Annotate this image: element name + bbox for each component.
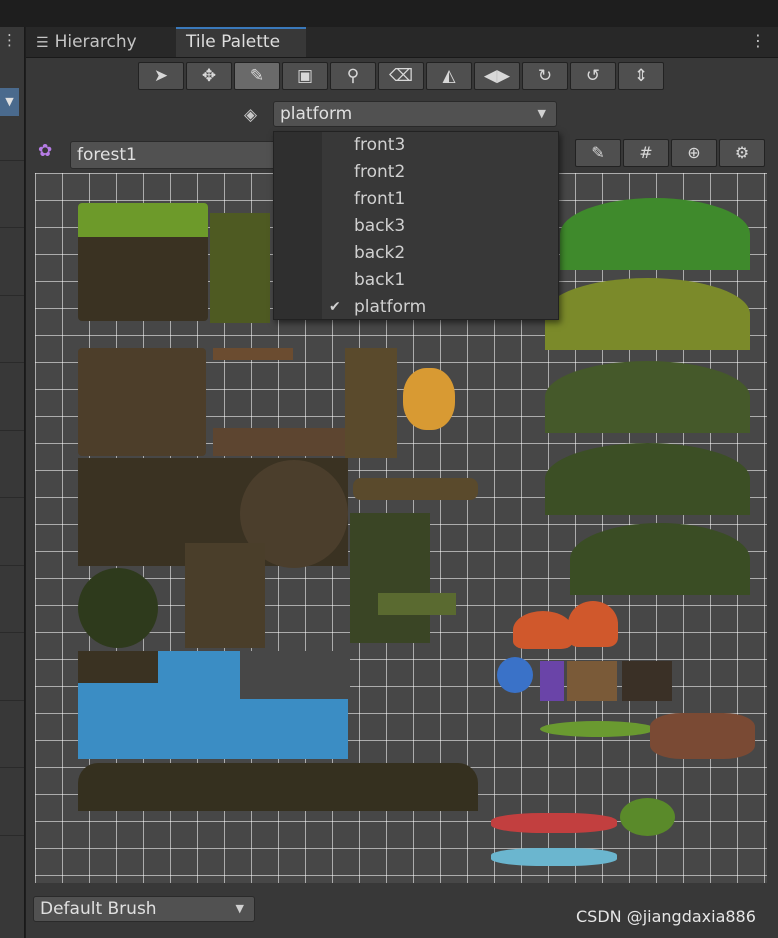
divider: [0, 632, 24, 633]
tile-fern: [620, 798, 675, 836]
tile-lavender: [540, 661, 564, 701]
tab-tile-palette[interactable]: Tile Palette: [176, 27, 306, 57]
dropdown-option-back2[interactable]: back2: [274, 240, 558, 267]
tile-blue-flower: [497, 657, 533, 693]
rotate-ccw-tool-icon[interactable]: ↺: [570, 62, 616, 90]
list-icon: ☰: [36, 35, 49, 51]
grid-toggle-icon[interactable]: #: [623, 139, 669, 167]
tab-label: Tile Palette: [186, 32, 281, 52]
box-fill-tool-icon[interactable]: ▣: [282, 62, 328, 90]
left-panel: ⋮ ▼: [0, 27, 25, 938]
dropdown-option-platform[interactable]: ✔ platform: [274, 294, 558, 321]
tile-grass-top: [78, 203, 208, 237]
divider: [0, 767, 24, 768]
tile-gap: [240, 651, 350, 699]
dropdown-arrow-icon: ▼: [537, 107, 546, 120]
active-tilemap-select[interactable]: platform ▼: [273, 101, 557, 127]
flip-tool-icon[interactable]: ◀▶: [474, 62, 520, 90]
select-tool-icon[interactable]: ➤: [138, 62, 184, 90]
tile-foliage-green: [560, 198, 750, 270]
tile-tree-trunk: [345, 348, 397, 458]
tile-chest: [567, 661, 617, 701]
dropdown-option-label: platform: [354, 297, 427, 317]
layers-icon: ◈: [244, 105, 258, 125]
erase-tool-icon[interactable]: ⌫: [378, 62, 424, 90]
left-dropdown-arrow-icon[interactable]: ▼: [0, 88, 19, 116]
tile-lily-pads: [540, 721, 655, 737]
dropdown-option-label: back1: [354, 270, 406, 290]
divider: [0, 430, 24, 431]
dropdown-option-back1[interactable]: back1: [274, 267, 558, 294]
paint-tool-icon[interactable]: ✎: [234, 62, 280, 90]
kebab-menu-icon[interactable]: ⋮: [2, 31, 17, 49]
tile-grass-wall: [210, 213, 270, 323]
brush-value: Default Brush: [40, 899, 157, 919]
gizmo-toggle-icon[interactable]: ⊕: [671, 139, 717, 167]
dropdown-option-front1[interactable]: front1: [274, 186, 558, 213]
dropdown-option-label: front3: [354, 135, 406, 155]
tab-bar: ☰ Hierarchy Tile Palette ⋮: [26, 27, 778, 58]
rotate-cw-tool-icon[interactable]: ↻: [522, 62, 568, 90]
flip-vertical-tool-icon[interactable]: ⇕: [618, 62, 664, 90]
tool-toolbar: ➤ ✥ ✎ ▣ ⚲ ⌫ ◭ ◀▶ ↻ ↺ ⇕: [138, 62, 666, 90]
tile-beehive: [403, 368, 455, 430]
active-tilemap-value: platform: [280, 104, 353, 124]
divider: [0, 565, 24, 566]
divider: [0, 497, 24, 498]
fill-tool-icon[interactable]: ◭: [426, 62, 472, 90]
palette-edit-tools: ✎ # ⊕ ⚙: [575, 139, 767, 167]
tile-pots: [650, 713, 755, 759]
dropdown-option-front2[interactable]: front2: [274, 159, 558, 186]
tile-branch: [353, 478, 478, 500]
tab-hierarchy[interactable]: ☰ Hierarchy: [26, 27, 174, 57]
tab-label: Hierarchy: [54, 32, 137, 52]
pick-tool-icon[interactable]: ⚲: [330, 62, 376, 90]
tile-rock-row: [78, 763, 478, 811]
tile-foliage-dark: [545, 361, 750, 433]
move-tool-icon[interactable]: ✥: [186, 62, 232, 90]
divider: [0, 160, 24, 161]
tile-foliage-darker: [545, 443, 750, 515]
palette-value: forest1: [77, 145, 137, 165]
divider: [0, 700, 24, 701]
tile-bridge-plank: [213, 348, 293, 360]
tile-bank: [78, 651, 158, 683]
tilemap-dropdown-menu: front3 front2 front1 back3 back2 back1 ✔ platfo…: [273, 131, 559, 320]
tile-bridge: [213, 428, 348, 456]
brush-select[interactable]: Default Brush ▼: [33, 896, 255, 922]
divider: [0, 227, 24, 228]
divider: [0, 362, 24, 363]
dropdown-option-label: front1: [354, 189, 406, 209]
palette-icon: ✿: [38, 141, 53, 161]
tile-mushroom-large: [568, 601, 618, 647]
tile-chest-open: [622, 661, 672, 701]
dropdown-arrow-icon: ▼: [235, 902, 244, 915]
tile-foliage-darkest: [570, 523, 750, 595]
dropdown-option-label: back2: [354, 243, 406, 263]
divider: [0, 295, 24, 296]
title-strip: [0, 0, 778, 27]
tile-stone-block: [78, 348, 206, 456]
tile-mushroom: [513, 611, 573, 649]
edit-pencil-icon[interactable]: ✎: [575, 139, 621, 167]
tile-foliage-olive: [545, 278, 750, 350]
dropdown-option-label: front2: [354, 162, 406, 182]
tile-potions-blue: [491, 848, 617, 866]
dropdown-option-back3[interactable]: back3: [274, 213, 558, 240]
settings-gear-icon[interactable]: ⚙: [719, 139, 765, 167]
watermark: CSDN @jiangdaxia886: [576, 907, 756, 926]
tile-bush: [78, 568, 158, 648]
panel-menu-icon[interactable]: ⋮: [750, 31, 766, 50]
divider: [0, 835, 24, 836]
checkmark-icon: ✔: [329, 299, 341, 315]
tile-potions-red: [491, 813, 617, 833]
dropdown-option-front3[interactable]: front3: [274, 132, 558, 159]
tile-trunk-lower: [185, 543, 265, 648]
dropdown-option-label: back3: [354, 216, 406, 236]
tile-moss-wall: [350, 513, 430, 643]
tile-mossy-ledge: [378, 593, 456, 615]
palette-select[interactable]: forest1: [70, 141, 280, 169]
